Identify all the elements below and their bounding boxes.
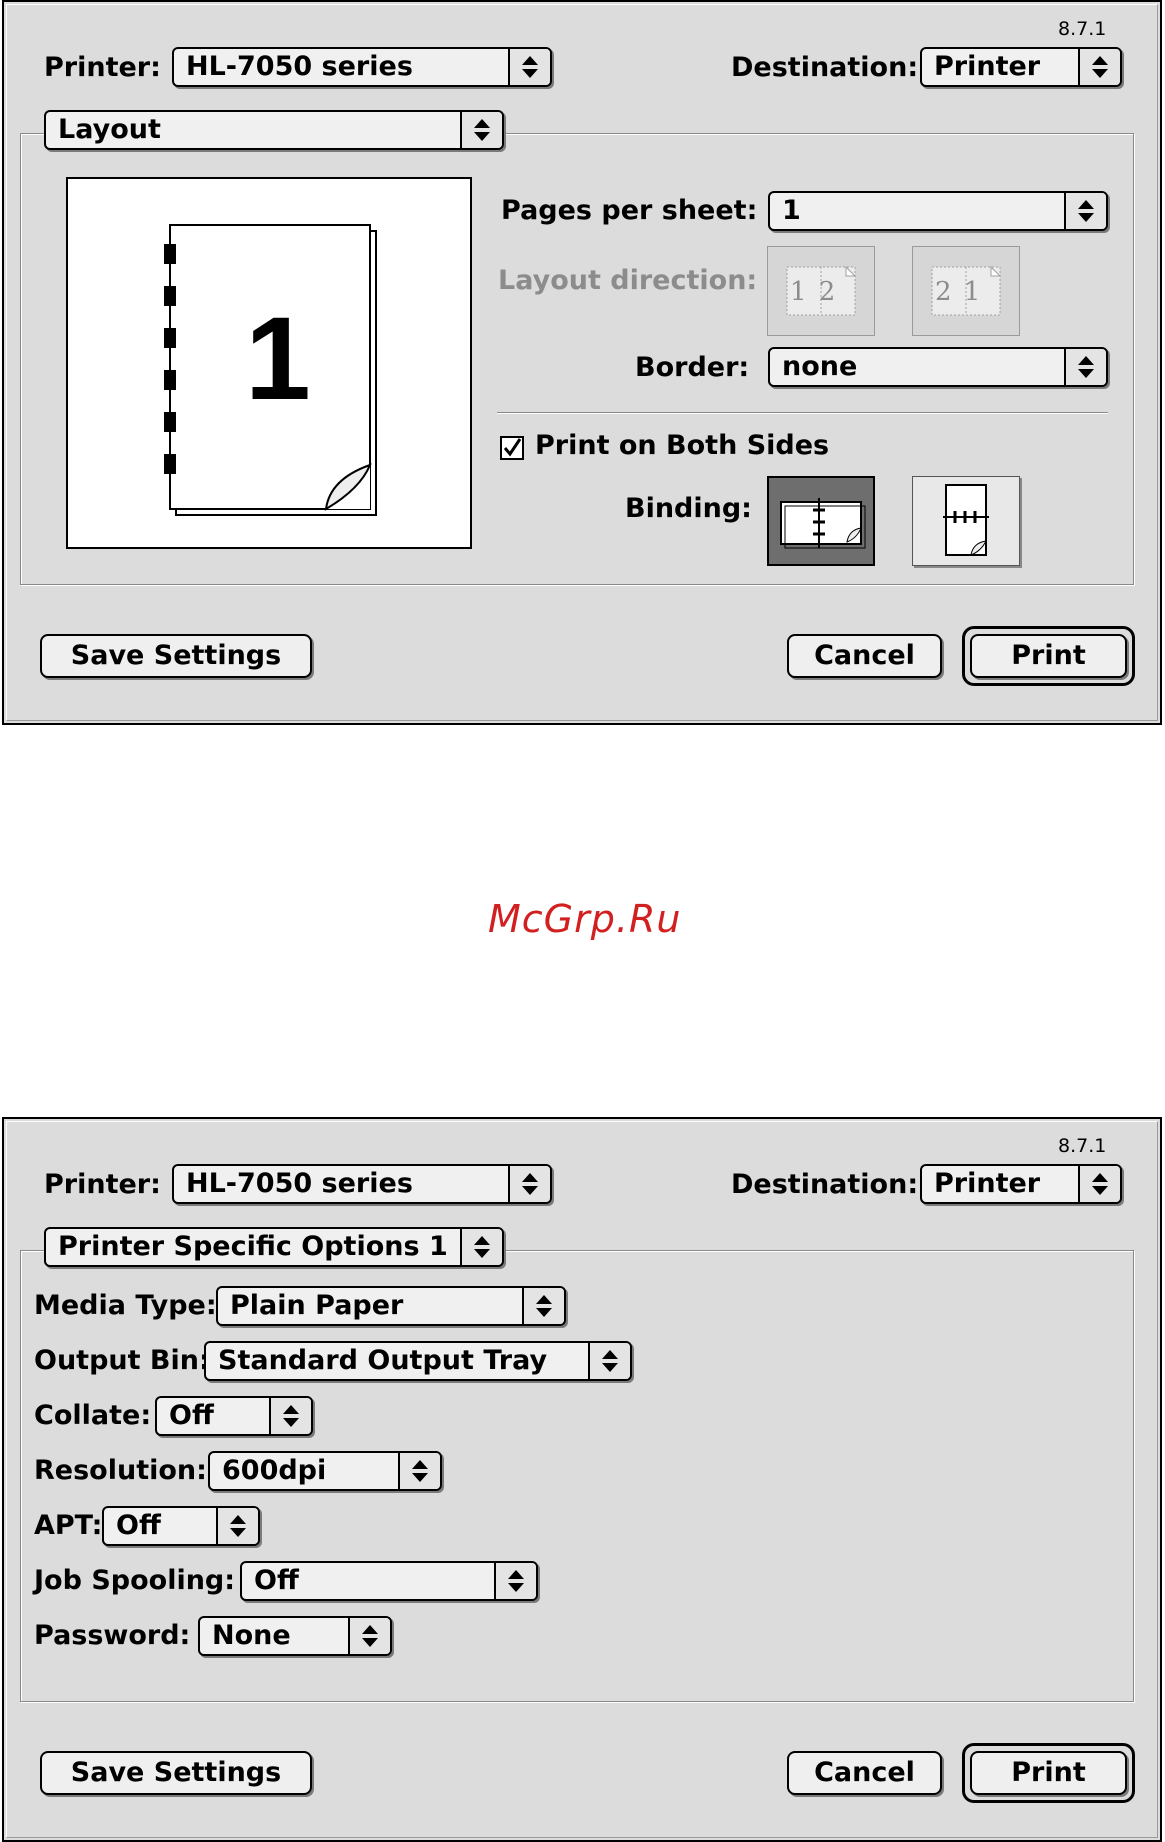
select-arrows-icon xyxy=(460,1229,502,1265)
save-settings-button[interactable]: Save Settings xyxy=(40,634,312,678)
border-select-value: none xyxy=(782,351,858,382)
border-label: Border: xyxy=(635,352,750,383)
binding-long-edge-icon xyxy=(780,498,866,549)
panel-select-value: Layout xyxy=(58,114,161,145)
apt-value: Off xyxy=(116,1510,161,1541)
binding-label: Binding: xyxy=(625,493,752,524)
destination-select[interactable]: Printer xyxy=(920,47,1122,87)
print-dialog-layout: 8.7.1 Printer: HL-7050 series Destinatio… xyxy=(2,0,1162,725)
apt-select[interactable]: Off xyxy=(102,1506,260,1546)
select-arrows-icon xyxy=(588,1343,630,1379)
checkmark-icon xyxy=(503,438,522,457)
job-spooling-value: Off xyxy=(254,1565,299,1596)
select-arrows-icon xyxy=(348,1618,390,1654)
layout-direction-rtl-button[interactable]: 2 1 xyxy=(912,246,1020,336)
pages-per-sheet-label: Pages per sheet: xyxy=(501,195,758,226)
printer-select-value: HL-7050 series xyxy=(186,51,413,82)
media-type-select[interactable]: Plain Paper xyxy=(216,1286,566,1326)
destination-select-value: Printer xyxy=(934,1168,1041,1199)
print-both-sides-label: Print on Both Sides xyxy=(535,430,830,461)
select-arrows-icon xyxy=(522,1288,564,1324)
print-dialog-specific-options: 8.7.1 Printer: HL-7050 series Destinatio… xyxy=(2,1117,1162,1842)
select-arrows-icon xyxy=(1078,49,1120,85)
job-spooling-select[interactable]: Off xyxy=(240,1561,538,1601)
cancel-button[interactable]: Cancel xyxy=(787,1751,942,1795)
output-bin-value: Standard Output Tray xyxy=(218,1345,548,1376)
collate-select[interactable]: Off xyxy=(155,1396,313,1436)
destination-select-value: Printer xyxy=(934,51,1041,82)
printer-label: Printer: xyxy=(44,52,161,83)
select-arrows-icon xyxy=(460,112,502,148)
password-select[interactable]: None xyxy=(198,1616,392,1656)
destination-label: Destination: xyxy=(731,52,919,83)
binding-long-edge-button[interactable] xyxy=(767,476,875,566)
resolution-select[interactable]: 600dpi xyxy=(208,1451,442,1491)
panel-select[interactable]: Layout xyxy=(44,110,504,150)
media-type-value: Plain Paper xyxy=(230,1290,404,1321)
border-select[interactable]: none xyxy=(768,347,1108,387)
binding-short-edge-button[interactable] xyxy=(912,476,1020,566)
collate-label: Collate: xyxy=(34,1400,152,1431)
password-value: None xyxy=(212,1620,291,1651)
printer-select[interactable]: HL-7050 series xyxy=(172,1164,552,1204)
print-both-sides-checkbox[interactable] xyxy=(500,436,524,460)
printer-label: Printer: xyxy=(44,1169,161,1200)
preview-page-number: 1 xyxy=(245,293,311,425)
select-arrows-icon xyxy=(494,1563,536,1599)
select-arrows-icon xyxy=(508,1166,550,1202)
print-button[interactable]: Print xyxy=(970,1751,1127,1795)
destination-label: Destination: xyxy=(731,1169,919,1200)
password-label: Password: xyxy=(34,1620,191,1651)
layout-preview: 1 xyxy=(66,177,472,549)
destination-select[interactable]: Printer xyxy=(920,1164,1122,1204)
select-arrows-icon xyxy=(1078,1166,1120,1202)
panel-select-value: Printer Specific Options 1 xyxy=(58,1231,448,1262)
media-type-label: Media Type: xyxy=(34,1290,217,1321)
select-arrows-icon xyxy=(269,1398,311,1434)
pages-per-sheet-select[interactable]: 1 xyxy=(768,191,1108,231)
printer-select-value: HL-7050 series xyxy=(186,1168,413,1199)
select-arrows-icon xyxy=(1064,349,1106,385)
binding-short-edge-icon xyxy=(943,484,989,556)
job-spooling-label: Job Spooling: xyxy=(34,1565,236,1596)
save-settings-button[interactable]: Save Settings xyxy=(40,1751,312,1795)
select-arrows-icon xyxy=(398,1453,440,1489)
watermark-text: McGrp.Ru xyxy=(488,897,682,941)
select-arrows-icon xyxy=(1064,193,1106,229)
output-bin-label: Output Bin: xyxy=(34,1345,210,1376)
print-button[interactable]: Print xyxy=(970,634,1127,678)
separator xyxy=(497,412,1108,414)
select-arrows-icon xyxy=(216,1508,258,1544)
printer-select[interactable]: HL-7050 series xyxy=(172,47,552,87)
resolution-value: 600dpi xyxy=(222,1455,327,1486)
panel-select[interactable]: Printer Specific Options 1 xyxy=(44,1227,504,1267)
collate-value: Off xyxy=(169,1400,214,1431)
version-label: 8.7.1 xyxy=(1058,18,1107,40)
resolution-label: Resolution: xyxy=(34,1455,207,1486)
layout-direction-ltr-button[interactable]: 1 2 xyxy=(767,246,875,336)
cancel-button[interactable]: Cancel xyxy=(787,634,942,678)
pages-per-sheet-value: 1 xyxy=(782,195,801,226)
output-bin-select[interactable]: Standard Output Tray xyxy=(204,1341,632,1381)
apt-label: APT: xyxy=(34,1510,103,1541)
version-label: 8.7.1 xyxy=(1058,1135,1107,1157)
layout-ltr-text: 1 2 xyxy=(790,277,836,307)
layout-direction-label: Layout direction: xyxy=(498,265,758,296)
select-arrows-icon xyxy=(508,49,550,85)
layout-rtl-text: 2 1 xyxy=(935,277,981,307)
